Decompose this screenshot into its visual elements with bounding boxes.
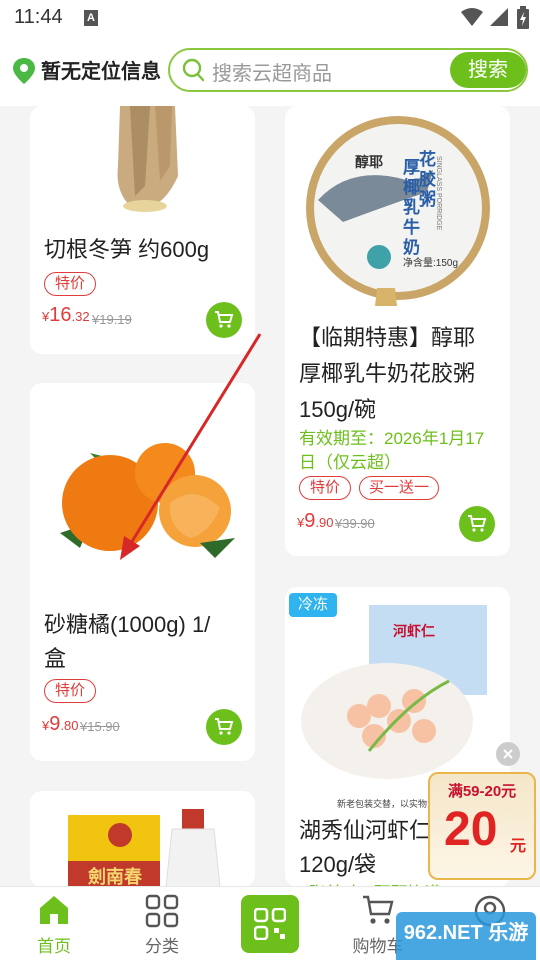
tag-special-price: 特价 — [44, 679, 96, 703]
price: ¥16.32 — [42, 304, 90, 326]
product-name-line-3: 150g/碗 — [299, 397, 377, 422]
porridge-image — [306, 116, 490, 306]
cart-icon — [215, 718, 234, 735]
cart-icon — [215, 311, 234, 328]
old-price: ¥15.90 — [80, 719, 120, 734]
package-label: 河虾仁 — [393, 623, 435, 639]
product-name-line-1: 砂糖橘(1000g) 1/ — [44, 612, 211, 637]
status-bar — [0, 0, 540, 36]
category-grid-icon — [145, 894, 179, 928]
product-name-line-2: 盒 — [44, 646, 67, 671]
promo-title: 满59-20元 — [447, 783, 517, 800]
old-price: ¥39.90 — [335, 516, 375, 531]
expiry-note-line-1: 有效期至：2026年1月17 — [299, 429, 485, 448]
product-name-line-2: 120g/袋 — [299, 852, 377, 877]
price: ¥9.80 — [42, 713, 79, 735]
scan-qr-button[interactable] — [241, 895, 299, 953]
package-net: 净含量:150g — [403, 258, 459, 269]
expiry-note-line-2: 日（仅云超） — [299, 453, 401, 472]
watermark: 962.NET 乐游网 — [396, 912, 536, 960]
promo-amount: 20 — [444, 803, 498, 856]
nav-home[interactable]: 首页 — [14, 890, 94, 956]
arrow-annotation-icon — [120, 333, 262, 560]
location-text[interactable]: 暂无定位信息 — [41, 55, 161, 84]
qr-code-icon — [254, 908, 286, 940]
search-button[interactable]: 搜索 — [450, 52, 526, 88]
product-name-line-1: 湖秀仙河虾仁 — [299, 818, 432, 843]
status-time: 11:44 — [14, 6, 63, 28]
product-card-bamboo-shoot[interactable]: 切根冬笋 约600g 特价 ¥16.32 ¥19.19 — [30, 106, 255, 354]
bamboo-shoot-image — [117, 106, 178, 212]
product-card-liquor[interactable]: 劍南春 — [30, 791, 255, 887]
cart-icon — [363, 895, 394, 924]
location-pin-icon — [13, 58, 35, 84]
cart-icon — [468, 515, 487, 532]
nav-label-home: 首页 — [37, 937, 71, 956]
nav-category[interactable]: 分类 — [122, 890, 202, 956]
close-icon — [503, 749, 513, 759]
tag-buy-one-get-one: 买一送一 — [359, 476, 439, 500]
product-card-porridge[interactable]: 醇耶 厚椰 花胶 乳牛 粥 奶 SINGLASS PORRIDGE 净含量:15… — [285, 106, 510, 556]
promo-coupon-widget[interactable]: 满59-20元 20 元 — [428, 772, 536, 880]
product-name: 切根冬笋 约600g — [44, 237, 210, 262]
tag-special-price: 特价 — [299, 476, 351, 500]
add-to-cart-button[interactable] — [459, 506, 495, 542]
product-name-line-2: 厚椰乳牛奶花胶粥 — [299, 361, 476, 386]
search-icon — [182, 58, 205, 82]
sim-icon: A — [84, 10, 98, 26]
battery-icon — [517, 6, 529, 29]
package-subtitle: SINGLASS PORRIDGE — [435, 156, 442, 231]
search-placeholder: 搜索云超商品 — [212, 63, 332, 85]
tag-special-price: 特价 — [44, 272, 96, 296]
add-to-cart-button[interactable] — [206, 709, 242, 745]
home-icon — [40, 896, 68, 924]
price: ¥9.90 — [297, 510, 334, 532]
wifi-icon — [461, 8, 483, 26]
signal-icon — [490, 8, 508, 26]
old-price: ¥19.19 — [92, 312, 132, 327]
promo-close-button[interactable] — [496, 742, 520, 766]
promo-unit: 元 — [510, 838, 527, 855]
liquor-label: 劍南春 — [88, 867, 142, 887]
product-name-line-1: 【临期特惠】醇耶 — [299, 325, 476, 350]
nav-label-category: 分类 — [145, 937, 179, 956]
package-brand: 醇耶 — [355, 154, 383, 170]
